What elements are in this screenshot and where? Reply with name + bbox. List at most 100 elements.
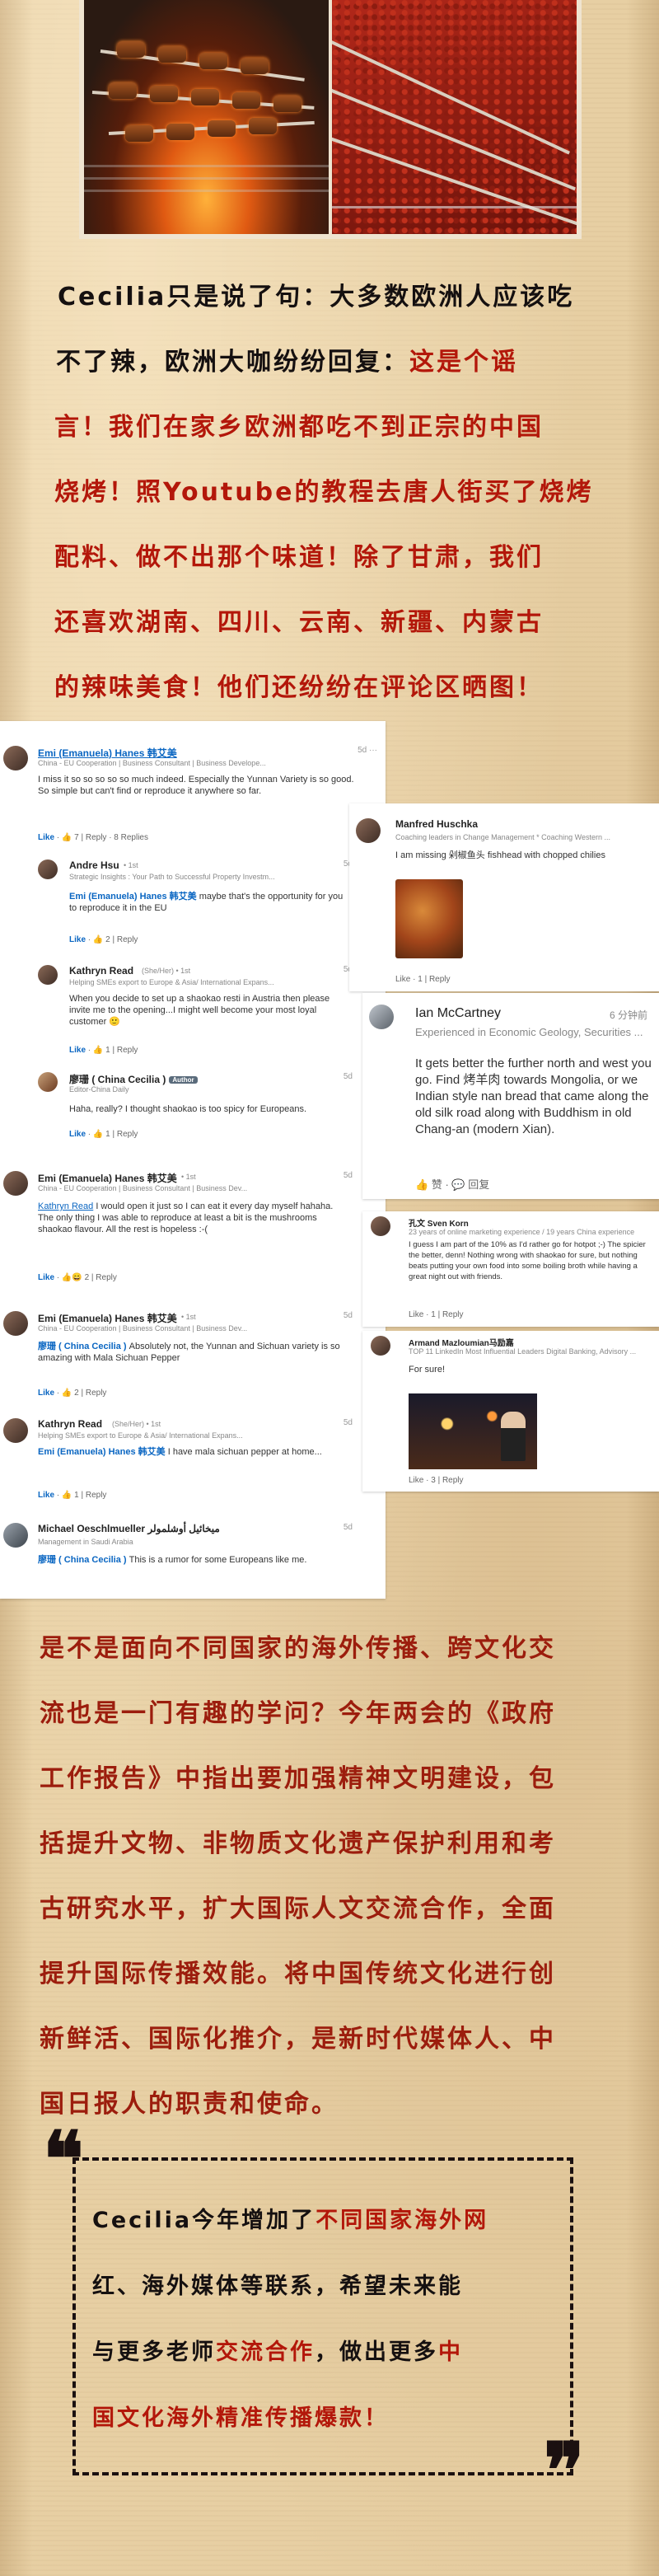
comment-michael: Michael Oeschlmueller ميخائيل أوشلمولر M… [0,1516,386,1599]
comment-text: I miss it so so so so so much indeed. Es… [38,775,354,796]
body-line: 工作报告》中指出要加强精神文明建设，包 [40,1764,556,1793]
reply-label[interactable]: 回复 [468,1178,489,1191]
quote-span: 中 [438,2339,463,2365]
comment-kathryn-2: Kathryn Read (She/Her) • 1st Helping SME… [0,1413,386,1512]
like-button[interactable]: Like [69,1046,86,1055]
comment-time: 5d [358,746,367,755]
commenter-name[interactable]: Kathryn Read [69,965,133,977]
avatar [3,1171,28,1196]
quote-span: 国文化海外精准传播爆款！ [92,2405,389,2431]
body-line: 括提升文物、非物质文化遗产保护利用和考 [40,1829,556,1858]
body-line: 是不是面向不同国家的海外传播、跨文化交 [40,1634,556,1663]
body-paragraph: 是不是面向不同国家的海外传播、跨文化交 流也是一门有趣的学问？今年两会的《政府 … [40,1628,633,2138]
intro-span: 配料、做不出那个味道！除了甘肃，我们 [54,543,544,572]
commenter-name[interactable]: 廖珊 ( China Cecilia ) Author [69,1072,198,1086]
commenter-name[interactable]: Manfred Huschka [395,818,478,830]
avatar [371,1336,390,1356]
mention[interactable]: Emi (Emanuela) Hanes 韩艾美 [38,1447,166,1457]
avatar [3,746,28,770]
commenter-headline: Strategic Insights : Your Path to Succes… [69,873,275,881]
avatar [38,1072,58,1092]
comment-time: 5d [343,1523,353,1532]
comment-actions[interactable]: 👍 赞 · 💬 回复 [415,1176,489,1192]
like-label[interactable]: 赞 [432,1178,442,1191]
more-dots-icon[interactable]: 5d ··· [358,746,377,755]
avatar [3,1523,28,1548]
quote-span: 与更多老师 [92,2339,216,2365]
quote-paragraph: Cecilia今年增加了不同国家海外网 红、海外媒体等联系，希望未来能 与更多老… [92,2202,554,2433]
commenter-name[interactable]: Emi (Emanuela) Hanes 韩艾美 [38,1311,177,1325]
comment-text: I am missing 剁椒鱼头 fishhead with chopped … [395,850,605,860]
comment-actions[interactable]: Like · 👍😄 2 | Reply [38,1273,117,1282]
comment-actions[interactable]: Like · 👍 2 | Reply [69,935,138,944]
commenter-name[interactable]: Kathryn Read [38,1418,102,1430]
commenter-name[interactable]: Ian McCartney [415,1006,501,1021]
spicy-skewers-image [329,0,577,234]
intro-span: 烧烤！照Youtube的教程去唐人街买了烧烤 [54,478,594,507]
commenter-degree: • 1st [181,1313,196,1321]
mention[interactable]: Emi (Emanuela) Hanes 韩艾美 [69,892,197,902]
commenter-name-text: 廖珊 ( China Cecilia ) [69,1074,166,1085]
commenter-name[interactable]: Emi (Emanuela) Hanes 韩艾美 [38,746,177,760]
commenter-headline: Coaching leaders in Change Management * … [395,833,610,841]
intro-span: 还喜欢湖南、四川、云南、新疆、内蒙古 [54,608,544,637]
comment-time: 5d [343,1171,353,1180]
comment-emi-3: Emi (Emanuela) Hanes 韩艾美 • 1st China - E… [0,1306,386,1405]
intro-line: 不了辣，欧洲大咖纷纷回复：这是个谣 [56,341,518,377]
quote-span: 交流合作 [216,2339,315,2365]
right-comment-ian: Ian McCartney 6 分钟前 Experienced in Econo… [362,993,659,1199]
comment-text: Kathryn Read I would open it just so I c… [38,1201,351,1235]
commenter-headline: China - EU Cooperation | Business Consul… [38,1324,248,1332]
mention[interactable]: 廖珊 ( China Cecilia ) [38,1342,127,1351]
commenter-name[interactable]: Andre Hsu [69,859,119,871]
comment-actions[interactable]: Like · 1 | Reply [395,975,451,984]
avatar [369,1005,394,1029]
commenter-name[interactable]: Michael Oeschlmueller ميخائيل أوشلمولر [38,1523,220,1534]
like-button[interactable]: Like [38,833,54,842]
right-comment-manfred: Manfred Huschka Coaching leaders in Chan… [349,803,659,991]
commenter-degree: • 1st [181,1173,196,1181]
commenter-name[interactable]: Emi (Emanuela) Hanes 韩艾美 [38,1171,177,1185]
intro-line: 的辣味美食！他们还纷纷在评论区晒图！ [54,667,544,703]
commenter-name[interactable]: Armand Mazloumian马励嘉 [409,1336,514,1348]
quote-line: 与更多老师交流合作，做出更多中 [92,2334,463,2366]
commenter-degree: (She/Her) • 1st [142,967,191,975]
like-button[interactable]: Like [38,1389,54,1398]
comment-actions[interactable]: Like · 👍 1 | Reply [38,1491,106,1500]
avatar [3,1418,28,1443]
like-button[interactable]: Like [38,1491,54,1500]
like-button[interactable]: Like [38,1273,54,1282]
comment-emi-2: Emi (Emanuela) Hanes 韩艾美 • 1st China - E… [0,1166,386,1306]
comment-emi-1: Emi (Emanuela) Hanes 韩艾美 China - EU Coop… [0,721,386,853]
body-line: 流也是一门有趣的学问？今年两会的《政府 [40,1699,556,1728]
comment-actions[interactable]: Like · 👍 2 | Reply [38,1389,106,1398]
commenter-headline: Experienced in Economic Geology, Securit… [415,1026,643,1038]
body-line: 新鲜活、国际化推介，是新时代媒体人、中 [40,2025,556,2054]
comment-text: Haha, really? I thought shaokao is too s… [69,1104,307,1114]
like-button[interactable]: Like [69,935,86,944]
comment-actions[interactable]: Like · 1 | Reply [409,1310,464,1319]
comment-text: When you decide to set up a shaokao rest… [69,994,330,1027]
like-button[interactable]: Like [69,1130,86,1139]
intro-line: 言！我们在家乡欧洲都吃不到正宗的中国 [54,406,544,443]
commenter-name[interactable]: 孔文 Sven Korn [409,1216,469,1229]
thumb-up-icon: 👍 [92,935,104,944]
comment-actions[interactable]: Like · 3 | Reply [409,1476,464,1485]
comment-andre: Andre Hsu • 1st Strategic Insights : You… [0,853,386,960]
comment-actions[interactable]: Like · 👍 7 | Reply · 8 Replies [38,833,148,842]
comment-text: Emi (Emanuela) Hanes 韩艾美 I have mala sic… [38,1446,351,1458]
mention[interactable]: Kathryn Read [38,1201,93,1211]
comment-time: 5d [343,1072,353,1081]
intro-span: 言！我们在家乡欧洲都吃不到正宗的中国 [54,413,544,442]
mention[interactable]: 廖珊 ( China Cecilia ) [38,1555,127,1565]
comment-body: I have mala sichuan pepper at home... [165,1447,322,1457]
thumb-up-icon: 👍 [61,1491,72,1500]
comment-actions[interactable]: Like · 👍 1 | Reply [69,1130,138,1139]
thumb-up-icon: 👍 [61,833,72,842]
intro-line: 还喜欢湖南、四川、云南、新疆、内蒙古 [54,602,544,638]
right-comment-armand: Armand Mazloumian马励嘉 TOP 11 LinkedIn Mos… [362,1331,659,1492]
comment-text: It gets better the further north and wes… [415,1056,652,1136]
comment-actions[interactable]: Like · 👍 1 | Reply [69,1046,138,1055]
intro-line: 配料、做不出那个味道！除了甘肃，我们 [54,536,544,573]
quote-line: 国文化海外精准传播爆款！ [92,2400,389,2432]
